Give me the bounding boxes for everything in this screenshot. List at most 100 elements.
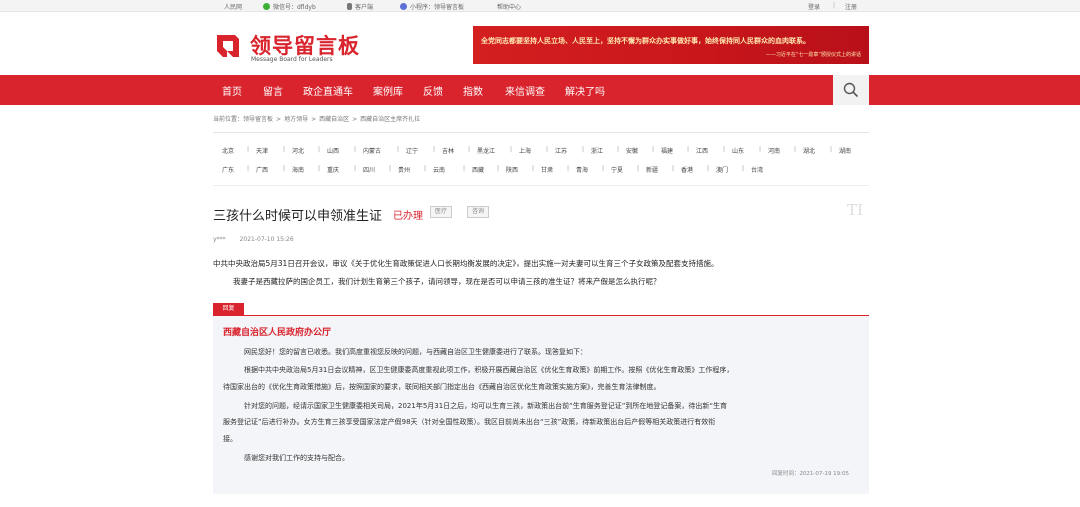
logo-icon[interactable] [213,31,243,61]
region-separator: | [247,146,250,153]
region-separator: | [532,165,535,172]
breadcrumb-prefix: 当前位置： [213,116,244,123]
region-link[interactable]: 浙江 [591,146,603,155]
help-link[interactable]: 帮助中心 [497,2,521,11]
region-link[interactable]: 山东 [732,146,744,155]
region-link[interactable]: 福建 [661,146,673,155]
message-paragraph: 中共中央政治局5月31日召开会议，审议《关于优化生育政策促进人口长期均衡发展的决… [213,259,719,268]
region-link[interactable]: 江苏 [555,146,567,155]
region-link[interactable]: 新疆 [646,165,658,174]
region-link[interactable]: 山西 [327,146,339,155]
nav-solved[interactable]: 解决了吗 [565,83,605,98]
region-link[interactable]: 广东 [222,165,234,174]
region-link[interactable]: 吉林 [442,146,454,155]
region-separator: | [546,146,549,153]
region-link[interactable]: 台湾 [751,165,763,174]
region-link[interactable]: 辽宁 [406,146,418,155]
nav-enterprise[interactable]: 政企直通车 [303,83,353,98]
region-separator: | [463,165,466,172]
reply-paragraph: 根据中共中央政治局5月31日会议精神，区卫生健康委高度重视此项工作，积极开展西藏… [244,366,734,374]
region-link[interactable]: 湖北 [803,146,815,155]
search-button[interactable] [833,75,869,105]
reply-paragraph: 待国家出台的《优化生育政策措施》后，按照国家的要求，联同相关部门指定出台《西藏自… [223,383,661,391]
login-separator: | [833,2,836,9]
region-link[interactable]: 西藏 [472,165,484,174]
region-link[interactable]: 广西 [256,165,268,174]
region-row-1: 北京 | 天津 | 河北 | 山西 | 内蒙古 | 辽宁 | 吉林 | 黑龙江 | 上海 | 江苏 | 浙江 | 安徽 | 福建… [222,146,872,165]
region-separator: | [687,146,690,153]
slogan-banner: 全党同志都要坚持人民立场、人民至上，坚持不懈为群众办实事做好事，始终保持同人民群… [473,26,869,64]
breadcrumb-item-tibet[interactable]: 西藏自治区 [319,116,349,123]
region-link[interactable]: 上海 [519,146,531,155]
region-separator: | [707,165,710,172]
reply-paragraph: 接。 [223,435,237,443]
nav-message[interactable]: 留言 [263,83,283,98]
miniprogram-link[interactable]: 小程序：领导留言板 [400,2,464,11]
corner-mark: TI [847,201,863,219]
reply-organization: 西藏自治区人民政府办公厅 [223,328,332,338]
region-link[interactable]: 海南 [292,165,304,174]
nav-feedback[interactable]: 反馈 [423,83,443,98]
breadcrumb: 当前位置：领导留言板 > 地方领导 > 西藏自治区 > 西藏自治区主席齐扎拉 [213,116,421,123]
banner-attribution: ——习近平在“七一勋章”颁授仪式上的讲话 [765,52,861,58]
region-link[interactable]: 青海 [576,165,588,174]
login-link[interactable]: 登录 [808,2,820,11]
region-link[interactable]: 黑龙江 [477,146,495,155]
tag-consult[interactable]: 咨询 [467,206,490,218]
region-separator: | [283,165,286,172]
region-link[interactable]: 天津 [256,146,268,155]
region-separator: | [497,165,500,172]
region-separator: | [397,146,400,153]
nav-cases[interactable]: 案例库 [373,83,403,98]
region-row-2: 广东 | 广西 | 海南 | 重庆 | 四川 | 贵州 | 云南 | 西藏 | 陕西 | 甘肃 | 青海 | 宁夏 | 新疆 | 香… [222,165,872,184]
region-link[interactable]: 江西 [696,146,708,155]
region-link[interactable]: 湖南 [839,146,851,155]
main-nav: 首页 留言 政企直通车 案例库 反馈 指数 来信调查 解决了吗 [0,75,1080,105]
region-separator: | [672,165,675,172]
region-separator: | [389,165,392,172]
region-separator: | [602,165,605,172]
breadcrumb-item-chairman[interactable]: 西藏自治区主席齐扎拉 [360,116,420,123]
nav-home[interactable]: 首页 [222,83,242,98]
region-link[interactable]: 宁夏 [611,165,623,174]
reply-time: 回复时间：2021-07-19 19:05 [771,471,849,477]
region-link[interactable]: 云南 [433,165,445,174]
message-title: 三孩什么时候可以申领准生证 [213,209,383,224]
reply-paragraph: 网民您好！您的留言已收悉。我们高度重视您反映的问题，与西藏自治区卫生健康委进行了… [244,348,587,356]
region-separator: | [723,146,726,153]
nav-index[interactable]: 指数 [463,83,483,98]
region-link[interactable]: 澳门 [716,165,728,174]
wechat-link[interactable]: 微信号：dfldyb [263,2,316,11]
region-link[interactable]: 四川 [363,165,375,174]
miniprogram-icon [400,3,407,10]
message-date: 2021-07-10 15:26 [239,236,294,243]
reply-paragraph: 服务登记证”后进行补办。女方生育三孩享受国家法定产假98天（针对全国性政策）。我… [223,418,716,426]
region-separator: | [354,165,357,172]
region-link[interactable]: 北京 [222,146,234,155]
region-link[interactable]: 甘肃 [541,165,553,174]
region-link[interactable]: 陕西 [506,165,518,174]
region-link[interactable]: 河南 [768,146,780,155]
region-separator: | [582,146,585,153]
region-separator: | [318,146,321,153]
message-meta: y*** 2021-07-10 15:26 [213,236,294,243]
region-link[interactable]: 重庆 [327,165,339,174]
breadcrumb-item-board[interactable]: 领导留言板 [243,116,273,123]
region-separator: | [652,146,655,153]
region-link[interactable]: 内蒙古 [363,146,381,155]
reply-paragraph: 针对您的问题，经请示国家卫生健康委相关司局，2021年5月31日之后，均可以生育… [244,402,728,410]
region-separator: | [247,165,250,172]
region-link[interactable]: 安徽 [626,146,638,155]
region-separator: | [433,146,436,153]
region-link[interactable]: 香港 [681,165,693,174]
region-separator: | [567,165,570,172]
site-link[interactable]: 人民网 [224,2,242,11]
region-link[interactable]: 贵州 [398,165,410,174]
nav-survey[interactable]: 来信调查 [505,83,545,98]
client-link[interactable]: 客户端 [347,2,373,11]
register-link[interactable]: 注册 [845,2,857,11]
tag-medical[interactable]: 医疗 [430,206,453,218]
breadcrumb-item-local-leaders[interactable]: 地方领导 [284,116,308,123]
region-separator: | [617,146,620,153]
region-link[interactable]: 河北 [292,146,304,155]
